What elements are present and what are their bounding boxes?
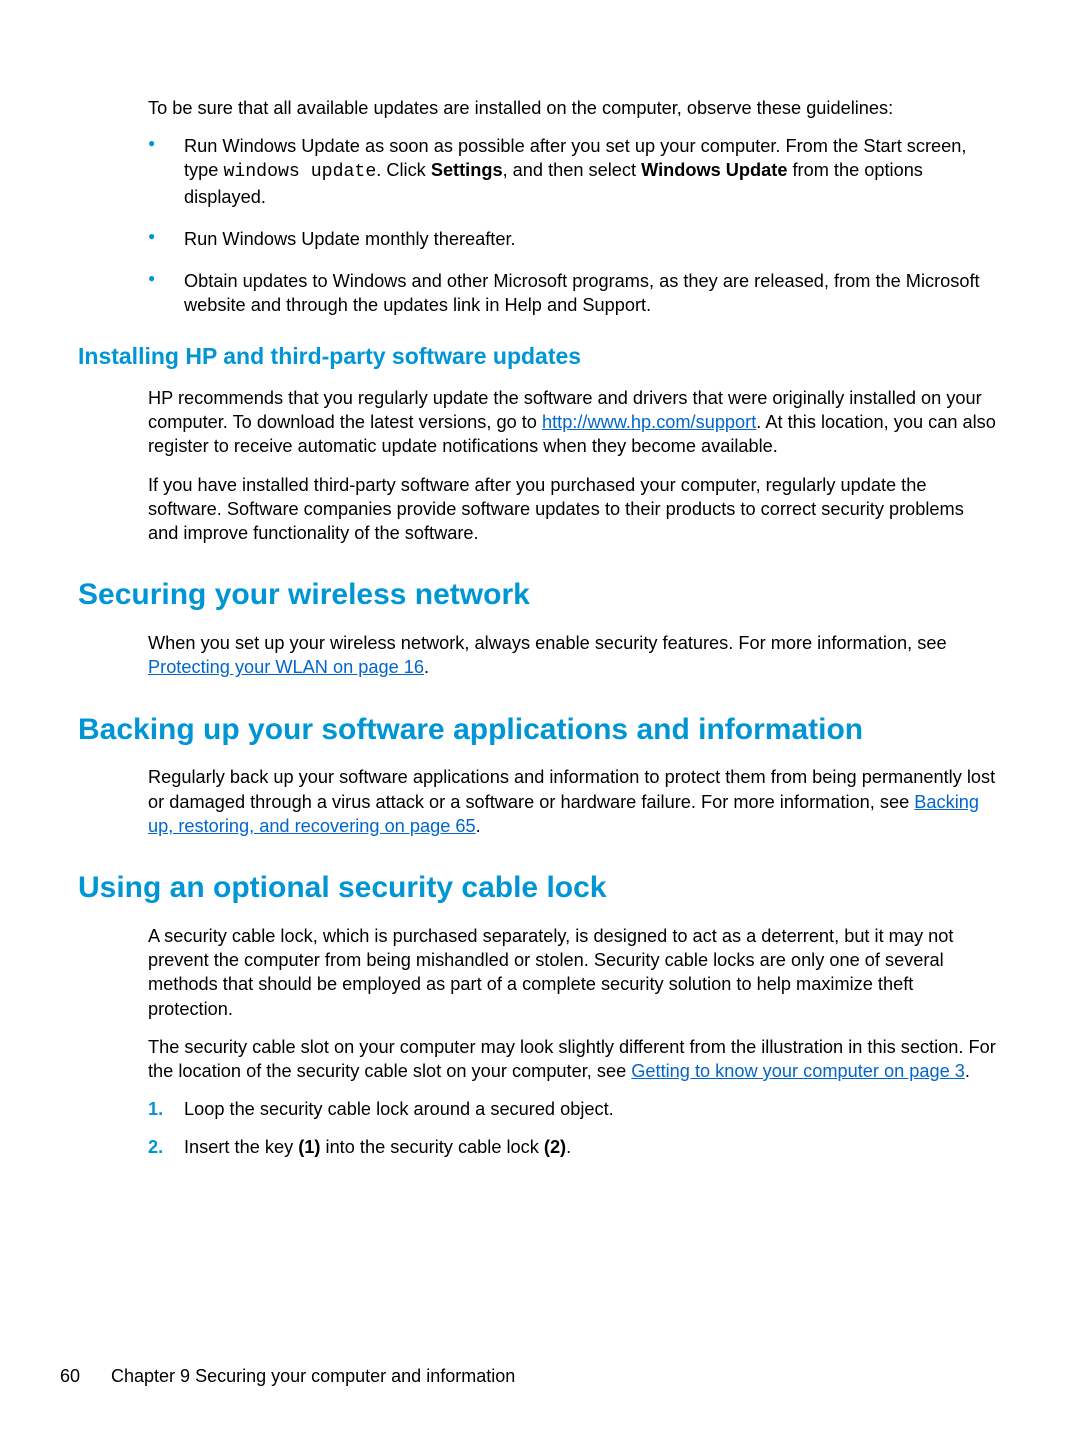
cable-lock-steps: 1. Loop the security cable lock around a… [148, 1097, 998, 1159]
bullet-text: Run Windows Update monthly thereafter. [184, 229, 516, 249]
lock-paragraph-1: A security cable lock, which is purchase… [148, 924, 998, 1021]
backup-block: Regularly back up your software applicat… [148, 765, 998, 838]
intro-paragraph: To be sure that all available updates ar… [148, 96, 998, 120]
mono-text: windows update [223, 162, 376, 182]
bold-text: Settings [431, 160, 503, 180]
chapter-title: Chapter 9 Securing your computer and inf… [111, 1366, 515, 1386]
heading-backing-up: Backing up your software applications an… [78, 710, 998, 750]
link-getting-to-know[interactable]: Getting to know your computer on page 3 [631, 1061, 965, 1081]
list-item: Run Windows Update as soon as possible a… [148, 134, 998, 209]
backup-paragraph: Regularly back up your software applicat… [148, 765, 998, 838]
bullet-text: Obtain updates to Windows and other Micr… [184, 271, 980, 315]
link-hp-support[interactable]: http://www.hp.com/support [542, 412, 756, 432]
intro-block: To be sure that all available updates ar… [148, 96, 998, 317]
update-guidelines-list: Run Windows Update as soon as possible a… [148, 134, 998, 317]
bullet-text: Run Windows Update as soon as possible a… [184, 136, 966, 206]
install-block: HP recommends that you regularly update … [148, 386, 998, 545]
lock-paragraph-2: The security cable slot on your computer… [148, 1035, 998, 1083]
bold-text: Windows Update [641, 160, 787, 180]
list-item: Run Windows Update monthly thereafter. [148, 227, 998, 251]
page-body: To be sure that all available updates ar… [78, 96, 998, 1174]
step-item: 1. Loop the security cable lock around a… [148, 1097, 998, 1121]
secure-block: When you set up your wireless network, a… [148, 631, 998, 679]
install-paragraph-2: If you have installed third-party softwa… [148, 473, 998, 546]
page-number: 60 [60, 1365, 106, 1389]
step-text: Loop the security cable lock around a se… [184, 1099, 614, 1119]
install-paragraph-1: HP recommends that you regularly update … [148, 386, 998, 459]
step-number: 1. [148, 1097, 163, 1121]
page-footer: 60 Chapter 9 Securing your computer and … [60, 1365, 515, 1389]
link-protecting-wlan[interactable]: Protecting your WLAN on page 16 [148, 657, 424, 677]
heading-secure-wireless: Securing your wireless network [78, 575, 998, 615]
lock-block: A security cable lock, which is purchase… [148, 924, 998, 1160]
heading-cable-lock: Using an optional security cable lock [78, 868, 998, 908]
step-item: 2. Insert the key (1) into the security … [148, 1135, 998, 1159]
step-text: Insert the key (1) into the security cab… [184, 1137, 571, 1157]
heading-install-updates: Installing HP and third-party software u… [78, 341, 998, 372]
list-item: Obtain updates to Windows and other Micr… [148, 269, 998, 317]
secure-paragraph: When you set up your wireless network, a… [148, 631, 998, 679]
step-number: 2. [148, 1135, 163, 1159]
